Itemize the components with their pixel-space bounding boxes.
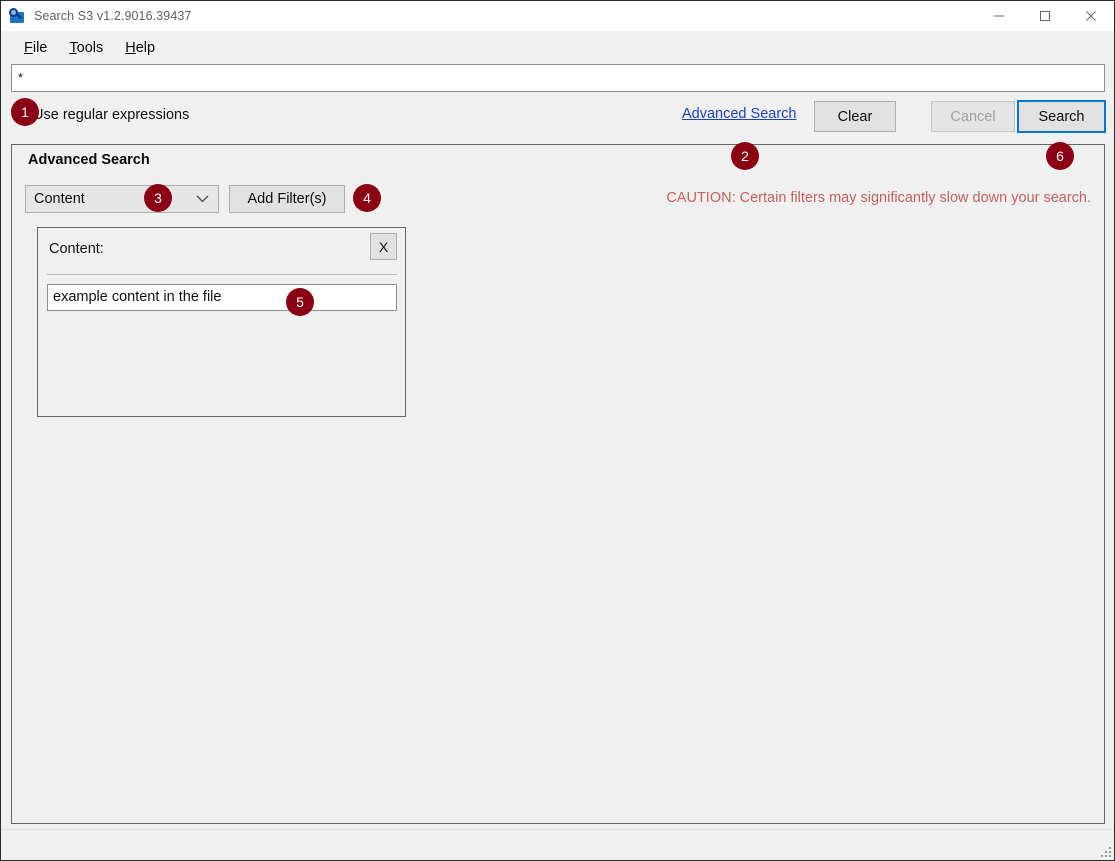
search-query-input[interactable]: *	[11, 64, 1105, 92]
advanced-search-panel: Advanced Search Content Add Filter(s) CA…	[11, 144, 1105, 824]
search-button[interactable]: Search	[1017, 100, 1106, 133]
menu-help-label: elp	[135, 39, 156, 56]
chevron-down-icon	[196, 195, 209, 204]
divider	[47, 274, 397, 275]
filter-card-header: Content: X	[38, 228, 405, 274]
status-bar	[1, 829, 1114, 860]
filter-type-select[interactable]: Content	[25, 185, 219, 213]
filter-card-title: Content:	[49, 241, 104, 257]
filter-value-input[interactable]: example content in the file	[47, 284, 397, 311]
menu-bar: File Tools Help	[1, 31, 1114, 64]
annotation-badge-1: 1	[11, 98, 39, 126]
menu-tools-label: ools	[76, 39, 104, 56]
title-bar: Search S3 v1.2.9016.39437	[1, 1, 1114, 31]
close-icon[interactable]	[1068, 1, 1114, 31]
window-title: Search S3 v1.2.9016.39437	[34, 9, 192, 23]
caution-message: CAUTION: Certain filters may significant…	[666, 190, 1091, 206]
add-filters-button[interactable]: Add Filter(s)	[229, 185, 345, 213]
menu-tools-accesskey: T	[69, 39, 77, 56]
filter-type-select-value: Content	[34, 191, 85, 207]
window-controls	[976, 1, 1114, 31]
search-button-label: Search	[1038, 108, 1085, 125]
resize-grip-icon[interactable]	[1098, 844, 1111, 857]
cancel-button: Cancel	[931, 101, 1015, 132]
clear-button[interactable]: Clear	[814, 101, 896, 132]
advanced-search-panel-title: Advanced Search	[28, 152, 150, 168]
annotation-badge-2: 2	[731, 142, 759, 170]
filter-card: Content: X example content in the file	[37, 227, 406, 417]
menu-item-file[interactable]: File	[13, 37, 58, 59]
use-regular-expressions-label: Use regular expressions	[33, 107, 190, 123]
annotation-badge-6: 6	[1046, 142, 1074, 170]
magnifier-icon	[8, 7, 26, 25]
menu-file-accesskey: F	[24, 39, 33, 56]
annotation-badge-4: 4	[353, 184, 381, 212]
minimize-icon[interactable]	[976, 1, 1022, 31]
annotation-badge-3: 3	[144, 184, 172, 212]
remove-filter-button[interactable]: X	[370, 233, 397, 260]
menu-item-tools[interactable]: Tools	[58, 37, 114, 59]
annotation-badge-5: 5	[286, 288, 314, 316]
advanced-search-link[interactable]: Advanced Search	[682, 106, 796, 122]
menu-file-label: ile	[32, 39, 48, 56]
use-regular-expressions-checkbox[interactable]: Use regular expressions	[15, 107, 189, 123]
maximize-icon[interactable]	[1022, 1, 1068, 31]
application-window: Search S3 v1.2.9016.39437 File Tools Hel…	[0, 0, 1115, 861]
menu-item-help[interactable]: Help	[114, 37, 166, 59]
menu-help-accesskey: H	[125, 39, 136, 56]
